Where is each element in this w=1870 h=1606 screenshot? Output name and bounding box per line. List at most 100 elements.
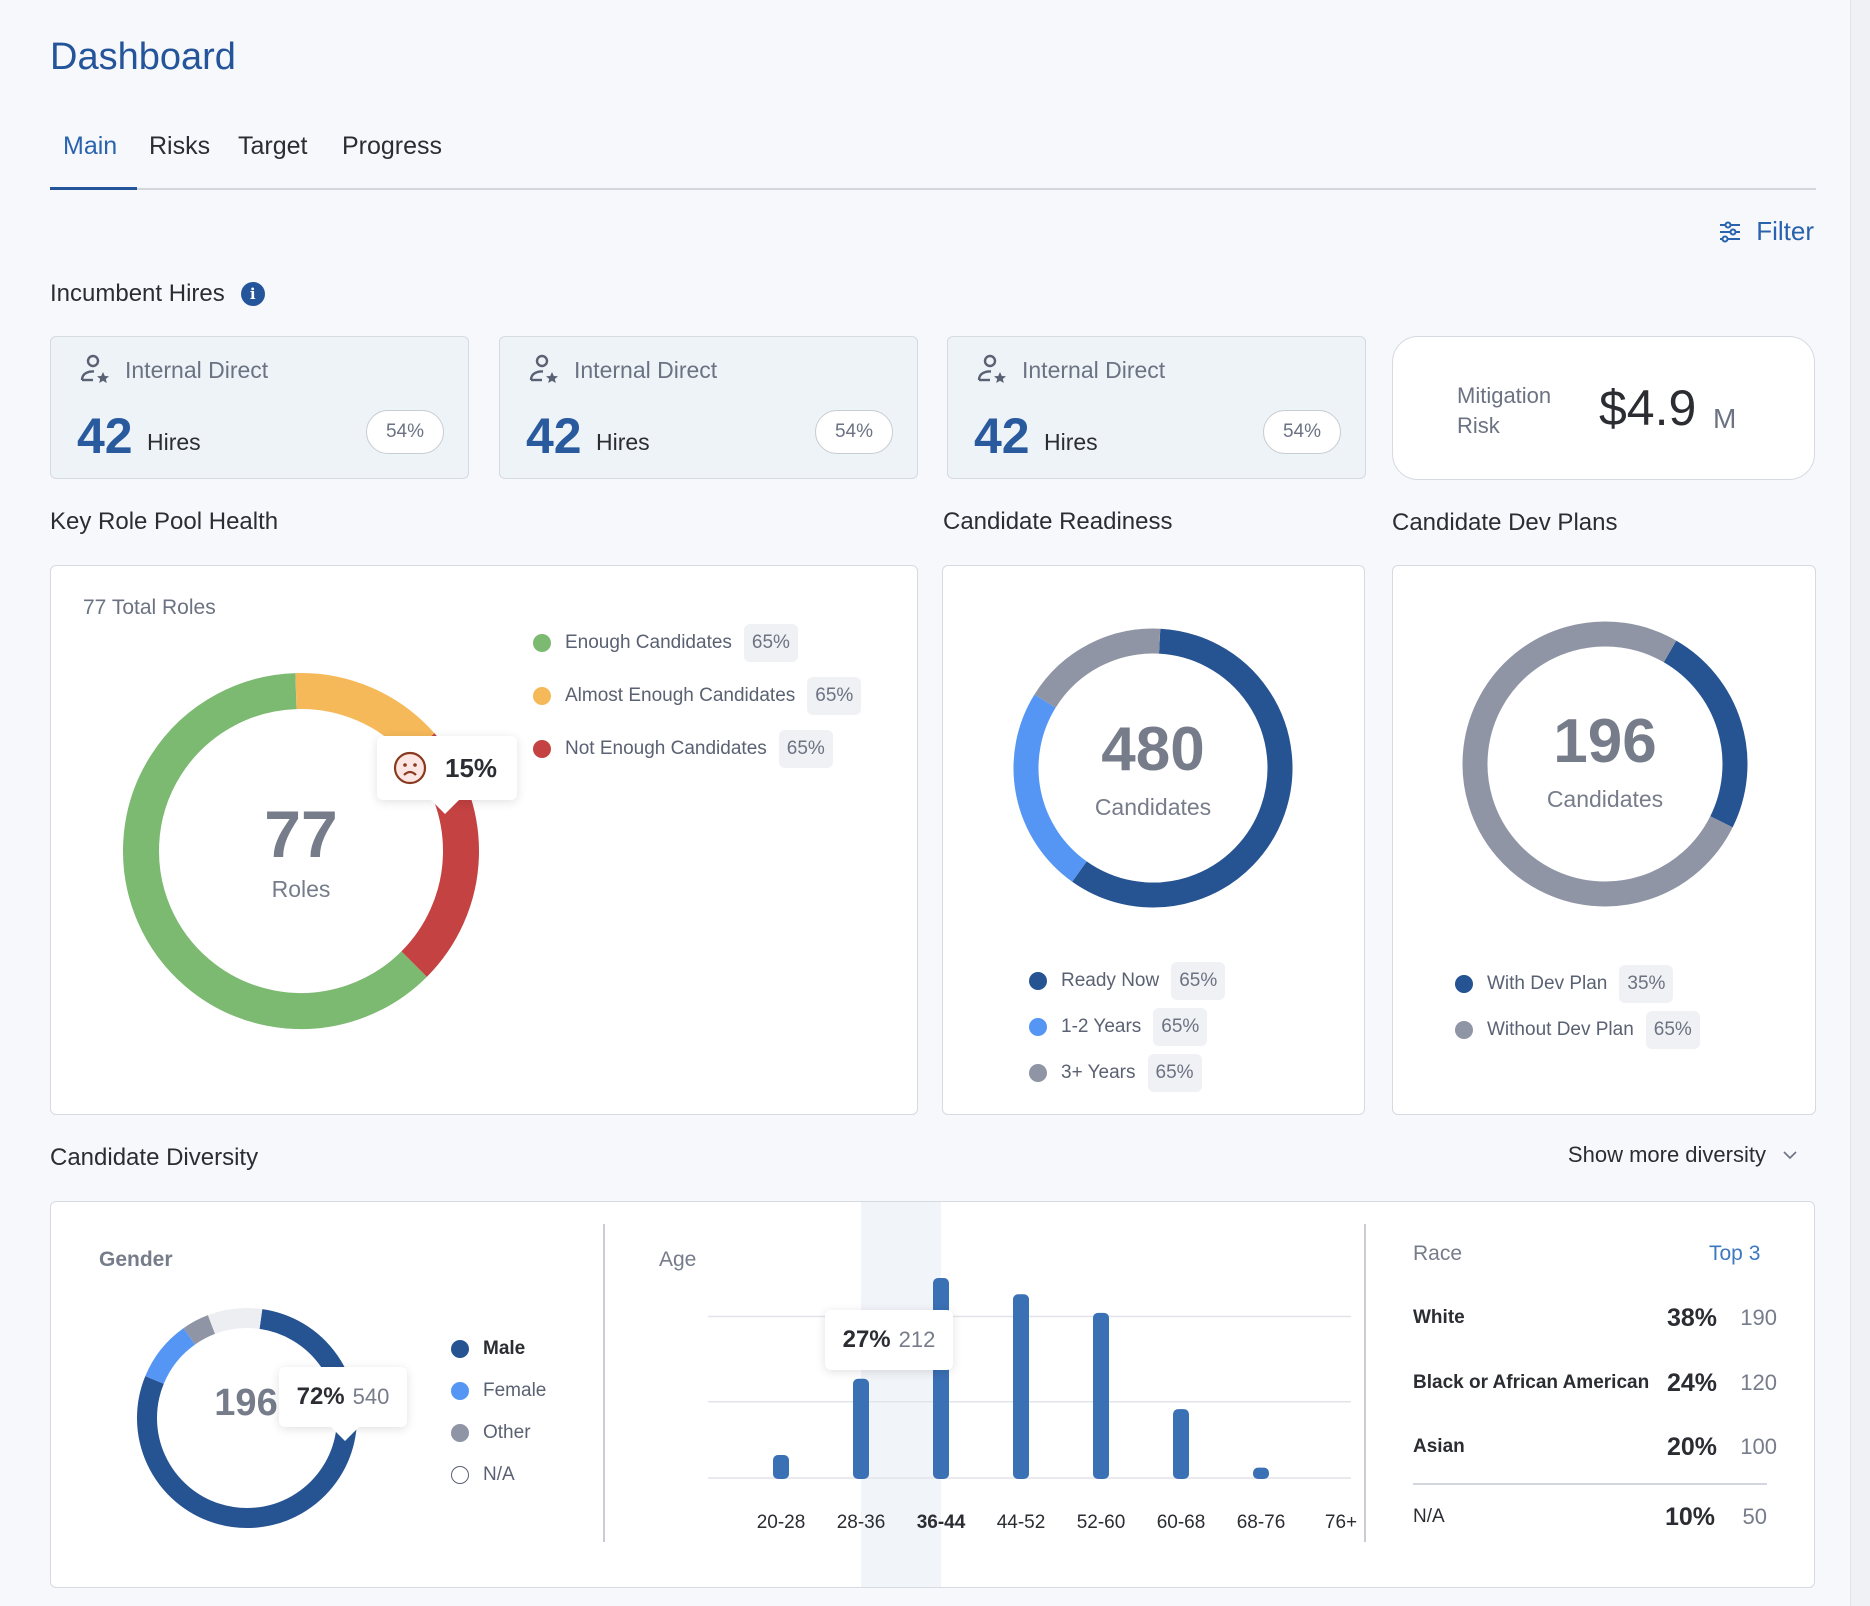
legend-label: Female	[483, 1380, 547, 1401]
person-star-icon	[529, 354, 558, 383]
hire-card-label: Internal Direct	[574, 356, 718, 383]
race-title: Race	[1413, 1242, 1463, 1265]
info-icon[interactable]: i	[240, 282, 265, 306]
candidate-dev-plans-panel: 196 Candidates With Dev Plan 35% Without…	[1392, 565, 1816, 1115]
legend-label: Not Enough Candidates	[565, 738, 767, 759]
candidate-diversity-title: Candidate Diversity	[50, 1144, 259, 1171]
active-tab-indicator	[50, 187, 137, 190]
age-bar-68-76[interactable]	[1253, 1467, 1269, 1479]
legend-percent: 65%	[1153, 1008, 1208, 1046]
hire-count: 42	[526, 408, 582, 464]
hire-card-label: Internal Direct	[125, 356, 269, 383]
dev-plans-label: Candidates	[1546, 786, 1664, 812]
race-row-na: N/A 10% 50	[1413, 1497, 1767, 1537]
readiness-count: 480	[1101, 715, 1205, 784]
divider	[603, 1224, 605, 1542]
hire-card-label: Internal Direct	[1022, 356, 1166, 383]
tab-risks[interactable]: Risks	[149, 132, 210, 161]
roles-count: 77	[264, 797, 338, 871]
filter-button[interactable]: Filter	[1718, 216, 1814, 247]
hire-count: 42	[77, 408, 133, 464]
race-name: Black or African American	[1413, 1372, 1650, 1393]
tooltip-count: 540	[352, 1384, 390, 1409]
legend-percent: 35%	[1619, 965, 1674, 1003]
person-star-icon	[977, 354, 1006, 383]
tooltip-percent: 72%	[296, 1383, 345, 1410]
diversity-panel: Gender 196 72% 540 Male Female Other N/A…	[50, 1201, 1815, 1588]
show-more-label: Show more diversity	[1567, 1142, 1766, 1167]
tab-target[interactable]: Target	[238, 132, 307, 161]
chevron-down-icon	[1783, 1151, 1797, 1160]
tooltip-count: 212	[898, 1327, 936, 1352]
donut-segment-n-a[interactable]	[207, 1308, 263, 1334]
show-more-diversity-button[interactable]: Show more diversity	[1568, 1142, 1798, 1168]
age-bar-36-44[interactable]	[933, 1278, 949, 1479]
legend-dot	[451, 1340, 469, 1358]
legend-percent: 65%	[1171, 962, 1226, 1000]
legend-item: Not Enough Candidates 65%	[533, 730, 833, 768]
gender-legend-na[interactable]: N/A	[451, 1464, 515, 1486]
age-bar-28-36[interactable]	[853, 1378, 869, 1479]
legend-dot	[1029, 972, 1047, 990]
legend-dot	[533, 687, 551, 705]
legend-item: Enough Candidates 65%	[533, 624, 798, 662]
legend-label: Without Dev Plan	[1487, 1019, 1634, 1040]
page-title: Dashboard	[50, 36, 236, 78]
race-row: White 38% 190	[1413, 1298, 1777, 1338]
mitigation-risk-label: Mitigation Risk	[1457, 381, 1551, 441]
race-count: 120	[1740, 1370, 1777, 1395]
divider	[1364, 1224, 1366, 1542]
gender-title: Gender	[99, 1248, 173, 1271]
dev-plans-count: 196	[1553, 707, 1657, 776]
race-top3-link[interactable]: Top 3	[1709, 1242, 1760, 1266]
race-row: Asian 20% 100	[1413, 1427, 1777, 1467]
gender-legend-other[interactable]: Other	[451, 1422, 531, 1444]
legend-dot	[1455, 975, 1473, 993]
hire-percent-badge: 54%	[815, 410, 893, 454]
age-tick-label: 76+	[1325, 1512, 1357, 1533]
scrollbar[interactable]	[1850, 0, 1870, 1606]
legend-dot	[1455, 1021, 1473, 1039]
age-tooltip: 27% 212	[825, 1310, 953, 1370]
gender-legend-female[interactable]: Female	[451, 1380, 546, 1402]
roles-label: Roles	[271, 876, 331, 902]
race-name: N/A	[1413, 1506, 1445, 1527]
legend-label: Male	[483, 1338, 526, 1359]
legend-label: With Dev Plan	[1487, 973, 1608, 994]
legend-dot	[451, 1466, 469, 1484]
race-divider	[1413, 1483, 1767, 1485]
age-bar-44-52[interactable]	[1013, 1294, 1029, 1479]
donut-segment-3-years[interactable]	[1034, 628, 1161, 708]
legend-label: Almost Enough Candidates	[565, 685, 796, 706]
race-percent: 10%	[1664, 1502, 1715, 1531]
tab-progress[interactable]: Progress	[342, 132, 442, 161]
legend-item: 1-2 Years 65%	[1029, 1008, 1208, 1046]
legend-item: Almost Enough Candidates 65%	[533, 677, 862, 715]
legend-label: N/A	[483, 1464, 515, 1485]
total-roles-label: 77 Total Roles	[83, 596, 216, 619]
race-name: Asian	[1413, 1436, 1465, 1457]
donut-segment-female[interactable]	[145, 1328, 196, 1385]
age-tick-label: 20-28	[757, 1512, 806, 1533]
legend-item: With Dev Plan 35%	[1455, 965, 1674, 1003]
filter-label: Filter	[1756, 216, 1814, 246]
tab-bar: Main Risks Target Progress	[50, 128, 1816, 190]
gender-legend-male[interactable]: Male	[451, 1338, 525, 1360]
legend-dot	[1029, 1018, 1047, 1036]
age-tick-label: 60-68	[1157, 1512, 1206, 1533]
age-bar-60-68[interactable]	[1173, 1409, 1189, 1479]
age-bar-52-60[interactable]	[1093, 1312, 1109, 1479]
hire-card: Internal Direct 42 Hires 54%	[499, 336, 918, 479]
legend-percent: 65%	[743, 624, 798, 662]
key-role-pool-panel: 77 Total Roles 77 Roles 15% Enough Candi…	[50, 565, 918, 1115]
race-count: 190	[1740, 1305, 1777, 1330]
donut-segment-other[interactable]	[183, 1315, 216, 1345]
mitigation-risk-unit: M	[1713, 403, 1737, 434]
person-star-icon	[80, 354, 109, 383]
candidate-readiness-title: Candidate Readiness	[943, 508, 1173, 535]
age-tick-label: 68-76	[1237, 1512, 1286, 1533]
tab-main[interactable]: Main	[63, 132, 117, 161]
legend-label: Ready Now	[1061, 970, 1160, 991]
age-bar-20-28[interactable]	[773, 1455, 789, 1479]
legend-dot	[451, 1424, 469, 1442]
